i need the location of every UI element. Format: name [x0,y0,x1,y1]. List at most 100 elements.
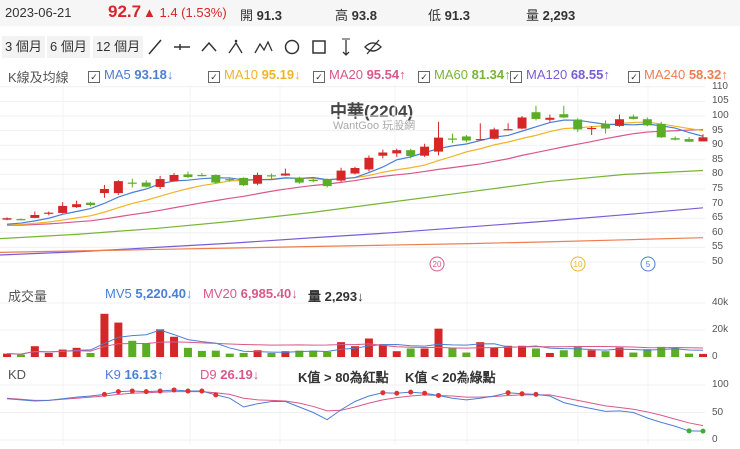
candle-body [308,179,318,182]
volume-bar [699,353,707,357]
k-overbought-dot [380,390,386,396]
volume-bar [114,322,123,357]
price-tick-label: 90 [712,139,724,151]
price-tick-label: 50 [712,256,724,267]
candle-body [601,124,611,129]
candle-body [211,174,221,183]
candle-body [628,116,638,119]
candle-body [614,119,624,126]
volume-bar [629,352,638,357]
candle-body [559,114,569,118]
candle-body [16,219,26,221]
candle-body [44,212,54,214]
volume-bar [364,338,373,357]
candle-body [656,123,666,138]
volume-bar [239,352,248,357]
k-overbought-dot [436,392,442,398]
volume-bar [16,354,25,357]
k-overbought-dot [422,390,428,396]
candle-body [684,139,694,142]
candle-body [30,214,40,218]
price-tick-label: 70 [712,197,724,209]
volume-bar [183,347,192,357]
volume-bar [142,343,151,357]
volume-bar [545,352,554,357]
candle-body [2,218,12,220]
price-tick-label: 100 [712,110,729,121]
ma-line-ma120 [0,207,704,256]
volume-bar [86,352,95,357]
volume-bar [211,350,220,357]
volume-bar [100,313,109,357]
candle-body [517,117,527,129]
volume-bar [601,351,610,357]
stock-chart[interactable]: 20 10 5 [0,0,740,449]
candle-body [266,175,276,177]
volume-bar [267,352,276,357]
volume-bar [573,346,582,357]
volume-bar [323,351,332,357]
candle-body [434,137,444,152]
k-overbought-dot [394,390,400,396]
candle-body [475,139,485,141]
k-line [6,389,704,432]
k-overbought-dot [408,389,414,395]
candle-body [392,150,402,154]
candle-body [141,182,151,187]
candle-body [587,127,597,130]
candle-body [364,157,374,170]
volume-bar [462,352,471,357]
volume-bar [156,329,165,357]
k-overbought-dot [533,391,539,397]
candle-body [239,177,249,186]
k-overbought-dot [505,390,511,396]
candle-body [280,173,290,176]
candle-body [86,202,96,206]
price-tick-label: 80 [712,168,724,180]
ma-period-marker-label: 5 [646,260,651,269]
volume-bar [225,353,234,357]
volume-bar [392,351,401,357]
price-tick-label: 75 [712,183,724,194]
volume-bar [420,348,429,357]
ma-period-marker-label: 20 [433,260,442,269]
kd-tick-label: 0 [712,434,718,445]
volume-bar [559,350,568,357]
volume-tick-label: 40k [712,297,729,308]
candle-body [489,129,499,139]
ma-period-marker-label: 10 [574,260,583,269]
candle-body [294,177,304,183]
price-tick-label: 65 [712,212,724,224]
volume-bar [531,348,540,357]
volume-bar [657,346,666,357]
price-tick-label: 105 [712,95,729,107]
k-overbought-dot [157,388,163,394]
candle-body [461,136,471,141]
k-overbought-dot [199,388,205,394]
volume-bar [587,350,596,357]
ma-line-ma240 [0,237,704,253]
candle-body [72,204,82,208]
kd-tick-label: 50 [712,406,724,418]
kd-tick-label: 100 [712,379,729,390]
candle-body [322,179,332,187]
candle-body [573,119,583,130]
candle-body [169,174,179,182]
volume-bar [490,347,499,357]
candle-body [531,112,541,119]
candle-body [378,152,388,156]
volume-bar [518,345,527,357]
volume-tick-label: 0 [712,351,718,362]
volume-bar [685,353,694,357]
candle-body [99,189,109,194]
candle-body [698,137,708,142]
d-line [6,391,704,427]
volume-bar [197,350,206,357]
candle-body [670,138,680,140]
k-oversold-dot [686,428,692,434]
candle-body [503,129,513,131]
volume-bar [434,328,443,357]
price-tick-label: 55 [712,241,724,253]
k-oversold-dot [700,428,706,434]
k-overbought-dot [185,388,191,394]
